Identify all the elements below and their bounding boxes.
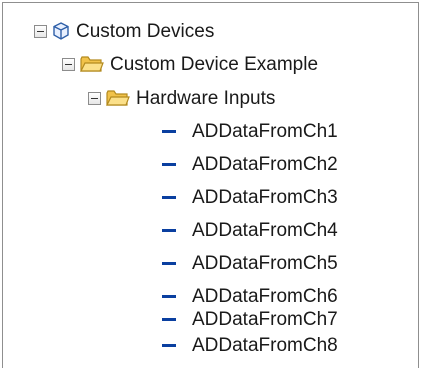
channel-label: ADDataFromCh1 (192, 120, 338, 142)
tree-leaf-channel[interactable]: ADDataFromCh5 (160, 248, 338, 278)
channel-marker-icon (162, 162, 176, 166)
channel-marker-icon (162, 195, 176, 199)
tree-node-custom-devices[interactable]: Custom Devices (34, 16, 214, 46)
tree-node-label: Custom Devices (76, 20, 215, 42)
tree-leaf-channel[interactable]: ADDataFromCh3 (160, 182, 338, 212)
channel-label: ADDataFromCh3 (192, 186, 338, 208)
channel-label: ADDataFromCh5 (192, 252, 338, 274)
collapse-toggle[interactable] (62, 57, 75, 71)
tree-node-custom-device-example[interactable]: Custom Device Example (62, 49, 318, 79)
channel-label: ADDataFromCh8 (192, 334, 338, 356)
channel-marker-icon (162, 261, 176, 265)
channel-label: ADDataFromCh4 (192, 219, 338, 241)
tree-leaf-channel[interactable]: ADDataFromCh1 (160, 116, 338, 146)
channel-marker-icon (162, 343, 176, 347)
channel-marker-icon (162, 317, 176, 321)
tree-leaf-channel[interactable]: ADDataFromCh2 (160, 149, 338, 179)
tree-node-label: Custom Device Example (110, 53, 319, 75)
tree-leaf-channel[interactable]: ADDataFromCh4 (160, 215, 338, 245)
folder-icon (106, 90, 130, 106)
channel-marker-icon (162, 228, 176, 232)
tree-leaf-channel[interactable]: ADDataFromCh8 (160, 330, 338, 360)
collapse-toggle[interactable] (34, 24, 47, 38)
channel-marker-icon (162, 294, 176, 298)
tree-node-label: Hardware Inputs (136, 87, 276, 109)
channel-marker-icon (162, 129, 176, 133)
collapse-toggle[interactable] (88, 91, 101, 105)
tree-panel: Custom Devices Custom Device Example Har… (2, 2, 419, 368)
tree-node-hardware-inputs[interactable]: Hardware Inputs (88, 83, 275, 113)
cube-icon (53, 22, 69, 40)
channel-label: ADDataFromCh7 (192, 308, 338, 330)
folder-icon (80, 56, 104, 72)
channel-label: ADDataFromCh6 (192, 285, 338, 307)
channel-label: ADDataFromCh2 (192, 153, 338, 175)
